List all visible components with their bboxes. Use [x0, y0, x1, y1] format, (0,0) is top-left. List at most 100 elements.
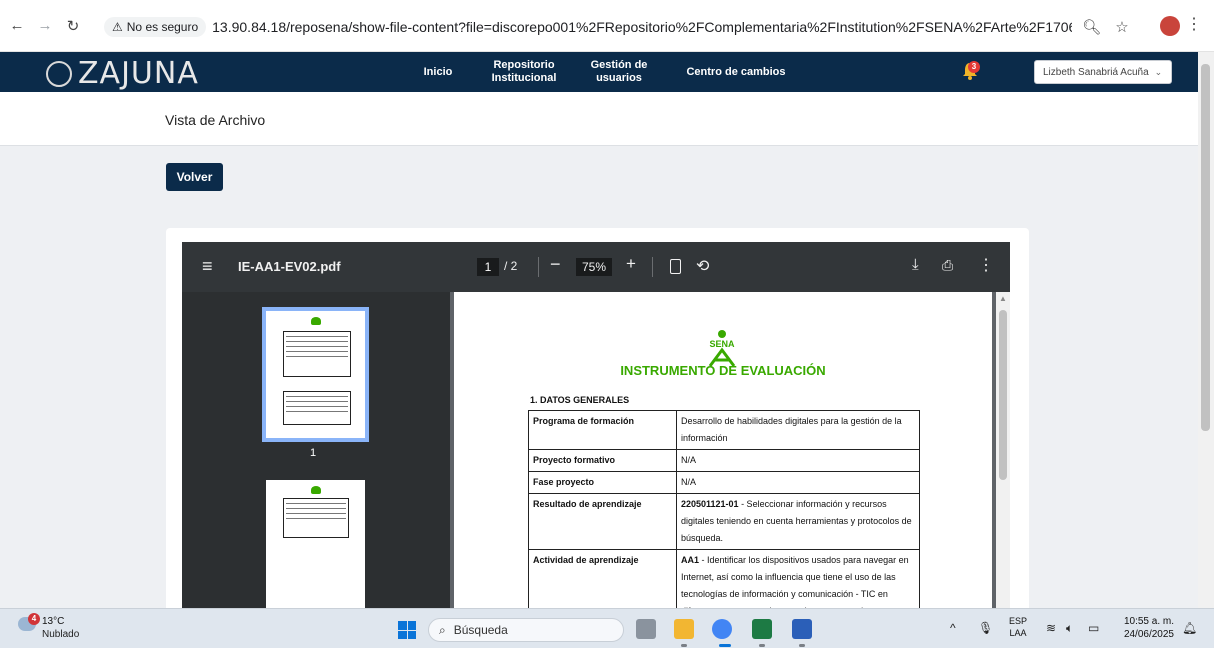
table-row: Proyecto formativo N/A: [528, 449, 920, 472]
pdf-scrollbar-thumb[interactable]: [999, 310, 1007, 480]
search-placeholder: Búsqueda: [453, 623, 508, 637]
thumb-table: [283, 498, 349, 538]
zoom-in-icon[interactable]: +: [626, 254, 636, 274]
clock-time: 10:55 a. m.: [1123, 616, 1174, 627]
datos-generales-table: Programa de formación Desarrollo de habi…: [528, 410, 920, 608]
forward-arrow-icon[interactable]: →: [34, 15, 56, 37]
thumb-logo-icon: [310, 486, 321, 494]
table-row: Actividad de aprendizaje AA1 - Identific…: [528, 549, 920, 608]
row-value: 220501121-01 - Seleccionar información y…: [676, 493, 920, 550]
chrome-icon[interactable]: [712, 619, 732, 639]
page-title: Vista de Archivo: [165, 112, 266, 128]
section-title: 1. DATOS GENERALES: [530, 395, 630, 405]
battery-icon[interactable]: ▭: [1088, 621, 1099, 635]
language-indicator[interactable]: ESP LAA: [1009, 615, 1027, 639]
document-title: INSTRUMENTO DE EVALUACIÓN: [620, 363, 826, 378]
chevron-down-icon: ⌄: [1154, 66, 1163, 77]
weather-description[interactable]: Nublado: [42, 629, 79, 640]
zoom-icon[interactable]: 🔍︎: [1082, 18, 1101, 36]
file-explorer-icon[interactable]: [674, 619, 694, 639]
bookmark-star-icon[interactable]: ☆: [1115, 18, 1128, 36]
url-text[interactable]: 13.90.84.18/reposena/show-file-content?f…: [212, 19, 1072, 35]
row-key: Programa de formación: [528, 410, 677, 450]
app-header: ZAJUNA Inicio Repositorio Institucional …: [0, 52, 1198, 92]
user-name: Lizbeth Sanabriá Acuña: [1043, 66, 1149, 78]
logo-mark-icon: [46, 60, 72, 87]
app-running-indicator: [759, 644, 765, 647]
system-clock[interactable]: 10:55 a. m. 24/06/2025: [1118, 615, 1174, 641]
page-number-input[interactable]: 1: [477, 258, 499, 276]
table-row: Programa de formación Desarrollo de habi…: [528, 410, 920, 450]
windows-start-icon[interactable]: [398, 621, 416, 639]
thumbnail-label: 1: [310, 447, 317, 459]
more-actions-icon[interactable]: ⋮: [978, 255, 994, 275]
language-code: ESP: [1009, 616, 1028, 626]
security-label: No es seguro: [126, 20, 199, 34]
row-value: AA1 - Identificar los dispositivos usado…: [676, 549, 920, 608]
row-key: Proyecto formativo: [528, 449, 677, 472]
row-value: N/A: [676, 471, 920, 494]
user-dropdown[interactable]: Lizbeth Sanabriá Acuña ⌄: [1034, 60, 1172, 84]
security-chip[interactable]: ⚠ No es seguro: [104, 17, 207, 37]
nav-gestion-usuarios[interactable]: Gestión de usuarios: [586, 59, 652, 85]
notifications-icon[interactable]: 🔔︎: [1182, 621, 1197, 635]
row-value: N/A: [676, 449, 920, 472]
row-key: Resultado de aprendizaje: [528, 493, 677, 550]
chevron-up-icon[interactable]: ^: [950, 621, 956, 635]
reload-icon[interactable]: ↻: [62, 15, 84, 37]
thumb-table: [283, 331, 351, 377]
svg-text:SENA: SENA: [709, 339, 735, 349]
row-value-text: - Identificar los dispositivos usados pa…: [681, 555, 909, 608]
scroll-up-icon[interactable]: ▲: [999, 294, 1007, 303]
taskbar-search[interactable]: ⌕ Búsqueda: [428, 618, 624, 642]
toolbar-divider: [538, 257, 539, 277]
volume-icon[interactable]: 🔈︎: [1066, 621, 1073, 636]
back-button[interactable]: Volver: [166, 163, 223, 191]
app-running-indicator: [799, 644, 805, 647]
row-value: Desarrollo de habilidades digitales para…: [676, 410, 920, 450]
thumbnail-page-2[interactable]: [266, 480, 365, 608]
table-row: Fase proyecto N/A: [528, 471, 920, 494]
toolbar-divider: [652, 257, 653, 277]
hamburger-menu-icon[interactable]: ≡: [202, 256, 213, 277]
zajuna-logo[interactable]: ZAJUNA: [46, 56, 199, 91]
app-active-indicator: [719, 644, 731, 647]
row-key: Actividad de aprendizaje: [528, 549, 677, 608]
thumbnail-page-1[interactable]: [262, 307, 369, 442]
excel-icon[interactable]: [752, 619, 772, 639]
thumb-logo-icon: [310, 317, 321, 325]
download-icon[interactable]: ⤓: [912, 256, 919, 273]
pdf-toolbar: ≡ IE-AA1-EV02.pdf 1 / 2 − 75% + ⟲ ⤓ ⎙ ⋮: [182, 242, 1010, 292]
clock-date: 24/06/2025: [1123, 629, 1174, 640]
zoom-input[interactable]: 75%: [576, 258, 612, 276]
back-arrow-icon[interactable]: ←: [6, 15, 28, 37]
row-value-code: AA1: [681, 555, 700, 565]
nav-inicio[interactable]: Inicio: [418, 66, 458, 79]
weather-temperature[interactable]: 13°C: [42, 616, 64, 627]
thumb-table: [283, 391, 351, 425]
nav-repositorio[interactable]: Repositorio Institucional: [488, 59, 560, 85]
browser-toolbar: ← → ↻ ⚠ No es seguro 13.90.84.18/reposen…: [0, 0, 1214, 52]
search-icon: ⌕: [439, 622, 446, 637]
page-total: / 2: [504, 259, 518, 273]
microphone-icon[interactable]: 🎙︎: [978, 621, 993, 635]
browser-menu-icon[interactable]: ⋮: [1186, 14, 1202, 34]
task-view-icon[interactable]: [636, 619, 656, 639]
page-scrollbar-thumb[interactable]: [1201, 64, 1210, 431]
pdf-document-area[interactable]: SENA INSTRUMENTO DE EVALUACIÓN 1. DATOS …: [450, 292, 1010, 608]
rotate-icon[interactable]: ⟲: [696, 256, 709, 276]
fit-page-icon[interactable]: [670, 259, 681, 274]
pdf-page: SENA INSTRUMENTO DE EVALUACIÓN 1. DATOS …: [454, 292, 992, 608]
wifi-icon[interactable]: ≋: [1046, 621, 1056, 635]
profile-avatar[interactable]: [1160, 16, 1180, 36]
taskbar: 4 13°C Nublado ⌕ Búsqueda ^ 🎙︎ ESP LAA ≋…: [0, 608, 1214, 648]
nav-centro-cambios[interactable]: Centro de cambios: [686, 66, 786, 79]
zoom-out-icon[interactable]: −: [550, 254, 561, 275]
pdf-thumbnail-sidebar: 1: [182, 292, 450, 608]
logo-text: ZAJUNA: [78, 56, 199, 91]
print-icon[interactable]: ⎙: [942, 257, 953, 274]
word-icon[interactable]: [792, 619, 812, 639]
row-key: Fase proyecto: [528, 471, 677, 494]
row-value-code: 220501121-01: [681, 499, 739, 509]
address-bar[interactable]: ⚠ No es seguro 13.90.84.18/reposena/show…: [104, 13, 1154, 41]
